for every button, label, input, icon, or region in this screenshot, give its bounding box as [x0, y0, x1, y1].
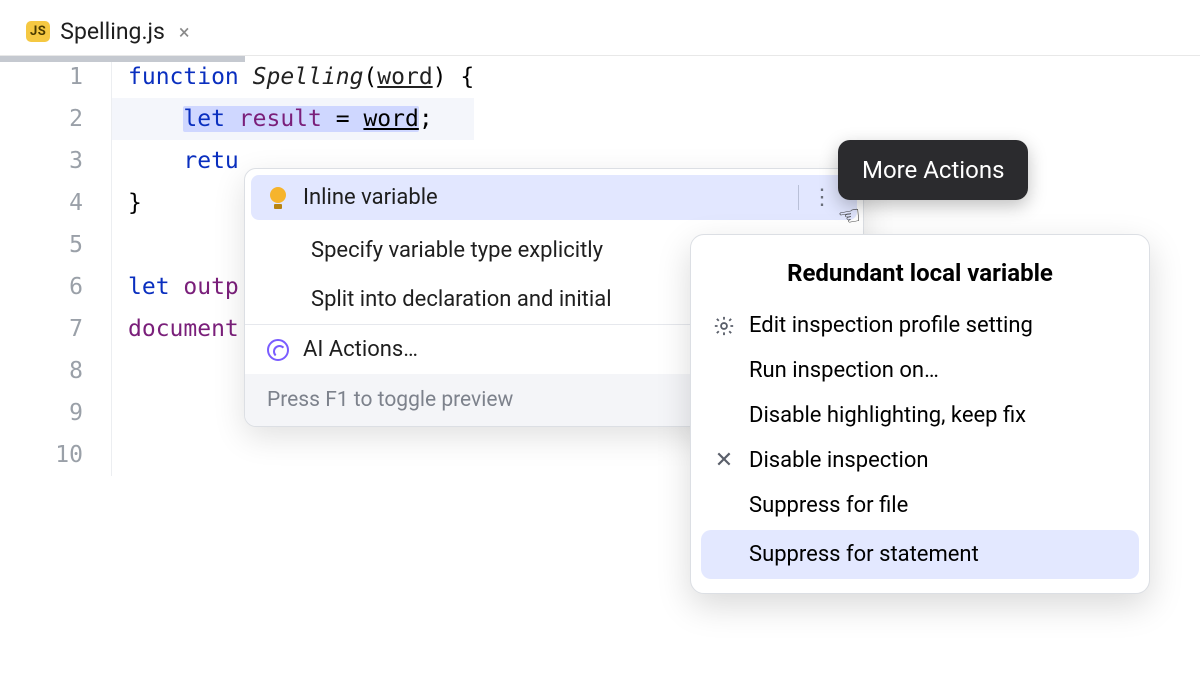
variable: outp [170, 274, 239, 300]
line-number: 4 [0, 182, 83, 224]
submenu-item-label: Suppress for statement [749, 542, 979, 567]
code-line[interactable]: let result = word; [128, 98, 474, 140]
identifier: document [128, 316, 239, 342]
submenu-item-suppress-file[interactable]: Suppress for file [691, 483, 1149, 528]
inspection-submenu: Redundant local variable Edit inspection… [690, 234, 1150, 594]
identifier: word [363, 106, 418, 132]
keyword: let [183, 106, 225, 132]
more-actions-icon[interactable]: ⋮ [798, 185, 841, 210]
line-number: 10 [0, 434, 83, 476]
submenu-item-disable-inspection[interactable]: ✕ Disable inspection [691, 438, 1149, 483]
tab-bar: JS Spelling.js × [0, 0, 1200, 56]
submenu-item-label: Edit inspection profile setting [749, 313, 1033, 338]
submenu-item-edit-profile[interactable]: Edit inspection profile setting [691, 303, 1149, 348]
code-text: ; [419, 106, 433, 132]
keyword: function [128, 64, 239, 90]
intention-item-label: Inline variable [303, 185, 438, 210]
more-actions-tooltip: More Actions [838, 140, 1028, 200]
submenu-item-label: Disable inspection [749, 448, 929, 473]
code-text: = [322, 106, 364, 132]
submenu-item-suppress-statement[interactable]: Suppress for statement [701, 530, 1139, 579]
line-number: 6 [0, 266, 83, 308]
submenu-title: Redundant local variable [691, 247, 1149, 303]
keyword: retu [183, 148, 238, 174]
code-line[interactable]: function Spelling(word) { [128, 56, 474, 98]
function-name: Spelling [253, 64, 364, 90]
variable: result [239, 106, 322, 132]
submenu-item-label: Disable highlighting, keep fix [749, 403, 1026, 428]
submenu-item-label: Suppress for file [749, 493, 908, 518]
close-icon[interactable]: × [175, 20, 194, 44]
code-text: } [128, 190, 142, 216]
code-text: ( [363, 64, 377, 90]
js-file-icon: JS [26, 21, 50, 42]
lightbulb-icon [267, 187, 289, 209]
line-number: 5 [0, 224, 83, 266]
gear-icon [711, 315, 737, 337]
x-icon: ✕ [715, 448, 733, 473]
line-number: 8 [0, 350, 83, 392]
keyword: let [128, 274, 170, 300]
submenu-item-run-inspection[interactable]: Run inspection on… [691, 348, 1149, 393]
code-text: ) { [433, 64, 475, 90]
intention-item-label: Split into declaration and initial [311, 287, 612, 312]
line-number: 9 [0, 392, 83, 434]
ai-swirl-icon [267, 339, 289, 361]
line-number: 3 [0, 140, 83, 182]
tab-filename: Spelling.js [60, 18, 165, 45]
intention-item-label: AI Actions… [303, 337, 418, 362]
pointer-cursor-icon: ☜ [836, 200, 864, 234]
editor-tab[interactable]: JS Spelling.js × [8, 10, 212, 53]
intention-item-label: Specify variable type explicitly [311, 238, 603, 263]
intention-item-inline-variable[interactable]: Inline variable ⋮ [251, 175, 857, 220]
submenu-item-disable-highlighting[interactable]: Disable highlighting, keep fix [691, 393, 1149, 438]
parameter: word [377, 64, 432, 90]
submenu-item-label: Run inspection on… [749, 358, 939, 383]
line-number: 2 [0, 98, 83, 140]
line-number: 1 [0, 56, 83, 98]
line-gutter: 1 2 3 4 5 6 7 8 9 10 [0, 56, 112, 476]
line-number: 7 [0, 308, 83, 350]
